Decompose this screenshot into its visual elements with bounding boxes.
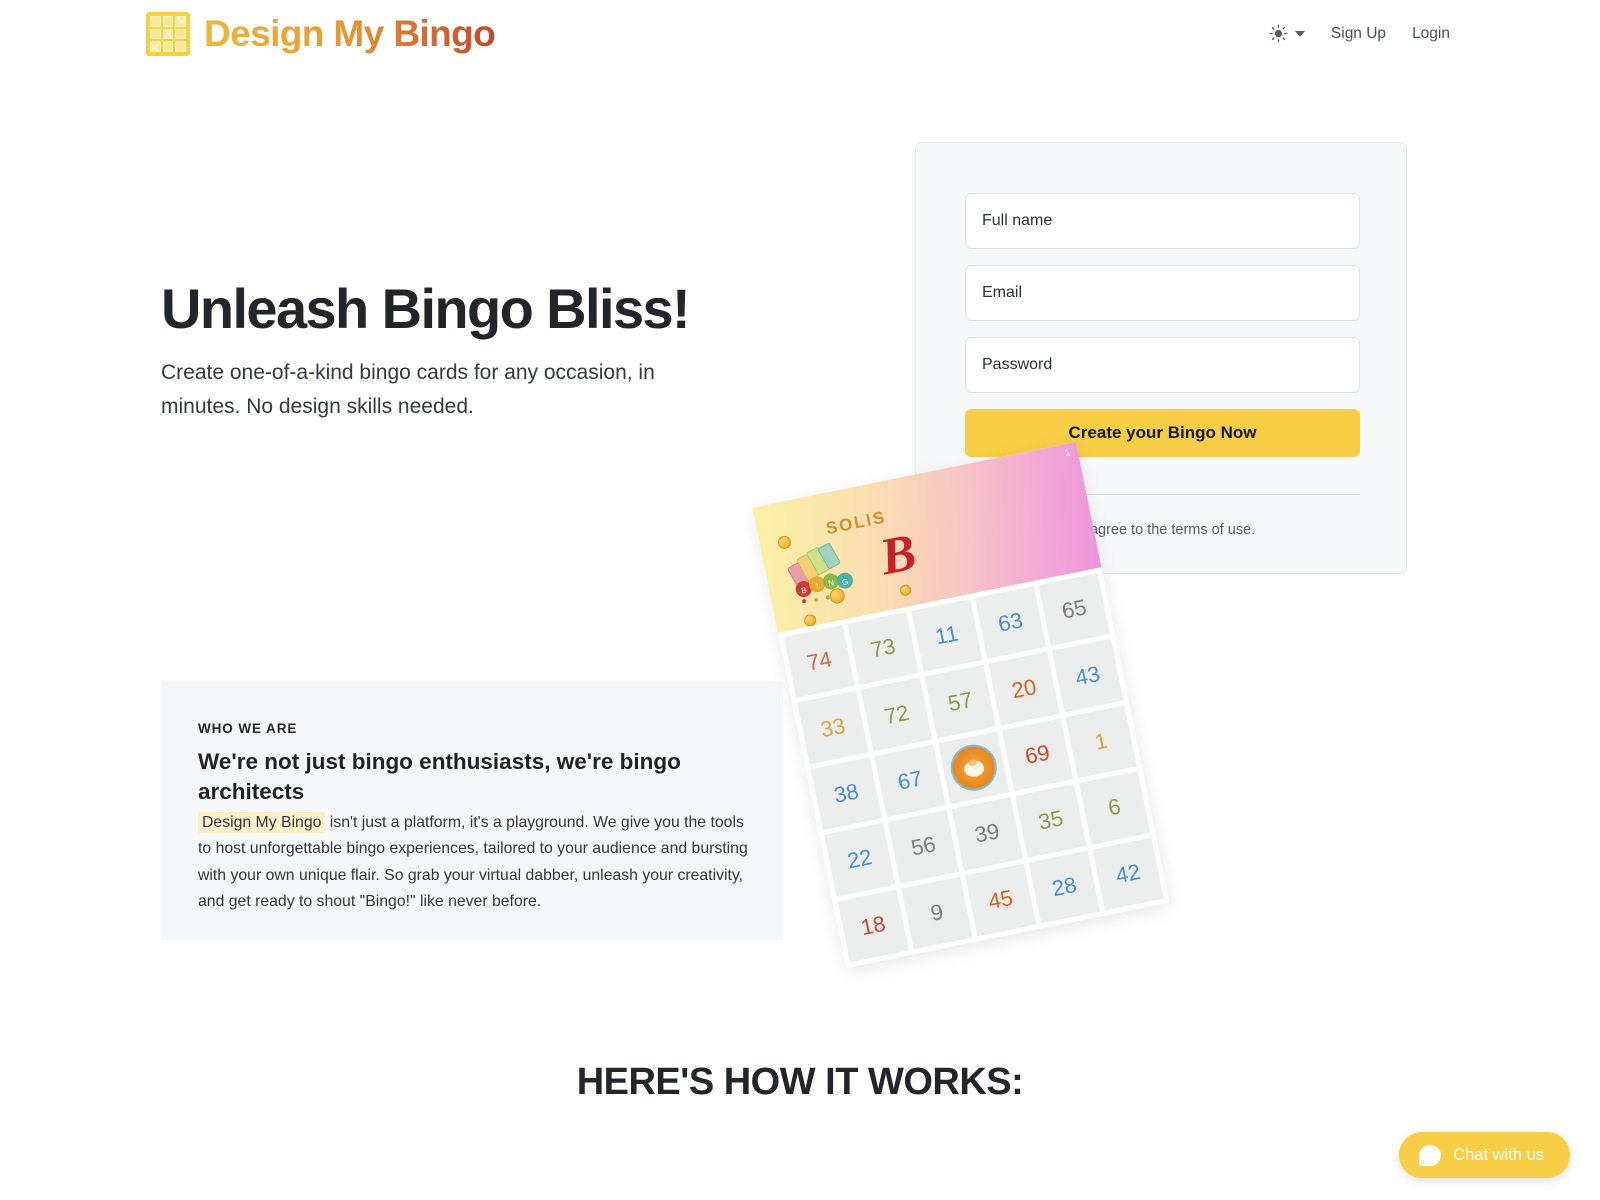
bingo-cell: 42 <box>1092 837 1164 911</box>
bingo-cell: 74 <box>783 624 856 699</box>
create-bingo-button[interactable]: Create your Bingo Now <box>965 409 1360 457</box>
login-link[interactable]: Login <box>1412 25 1450 43</box>
brand-logo[interactable]: Design My Bingo <box>146 12 496 56</box>
bingo-cell: 67 <box>874 744 946 818</box>
chat-widget-label: Chat with us <box>1453 1145 1544 1164</box>
bingo-grid-icon <box>146 12 190 56</box>
bingo-cell: 45 <box>965 863 1037 937</box>
bingo-cell: 18 <box>837 889 909 963</box>
theme-toggle[interactable] <box>1269 24 1305 43</box>
chat-widget[interactable]: Chat with us <box>1399 1132 1570 1178</box>
bingo-cell: 56 <box>887 810 960 884</box>
bingo-balls-icon: B I N G <box>787 542 853 604</box>
bingo-cell: 20 <box>988 652 1060 726</box>
bingo-cell: 65 <box>1038 573 1110 647</box>
who-we-are-panel: WHO WE ARE We're not just bingo enthusia… <box>161 681 783 940</box>
header-nav: Sign Up Login <box>1269 24 1450 43</box>
bingo-cell: 69 <box>1001 718 1074 792</box>
chat-bubble-icon <box>1419 1144 1442 1166</box>
bingo-cell: 73 <box>847 612 919 686</box>
fullname-field[interactable] <box>965 193 1360 249</box>
password-field[interactable] <box>965 337 1360 393</box>
highlighted-brand-name: Design My Bingo <box>198 812 326 833</box>
bingo-cell: 43 <box>1052 639 1124 713</box>
how-it-works-title: HERE'S HOW IT WORKS: <box>576 1061 1024 1103</box>
who-we-are-eyebrow: WHO WE ARE <box>198 721 298 736</box>
bingo-cell: 6 <box>1078 771 1151 845</box>
who-we-are-heading: We're not just bingo enthusiasts, we're … <box>198 749 681 804</box>
bingo-cell: 9 <box>901 876 973 950</box>
bingo-cell: 11 <box>911 599 983 673</box>
bingo-cell: 1 <box>1065 705 1137 779</box>
site-header: Design My Bingo Sign Up Login <box>0 0 1600 76</box>
hero-subtitle: Create one-of-a-kind bingo cards for any… <box>161 361 655 419</box>
page-title: Unleash Bingo Bliss! <box>161 277 691 340</box>
bingo-number-grid: 74 73 11 63 65 33 72 57 20 43 38 67 69 1… <box>777 567 1170 969</box>
bingo-cell: 57 <box>924 665 996 739</box>
bingo-free-space <box>938 731 1010 805</box>
bingo-card-badge: 1 <box>1063 447 1071 459</box>
who-we-are-body: Design My Bingo isn't just a platform, i… <box>198 810 750 916</box>
bingo-cell: 22 <box>824 823 896 897</box>
bingo-cell: 33 <box>797 691 869 765</box>
bingo-cell: 38 <box>810 757 882 831</box>
lion-head-icon <box>946 740 1001 795</box>
sun-icon <box>1269 24 1288 43</box>
sign-up-link[interactable]: Sign Up <box>1331 25 1386 43</box>
chevron-down-icon <box>1294 30 1305 37</box>
bingo-cell: 39 <box>951 797 1023 871</box>
bingo-cell: 63 <box>974 586 1047 660</box>
brand-name: Design My Bingo <box>204 13 496 54</box>
bingo-cell: 72 <box>861 678 933 752</box>
email-field[interactable] <box>965 265 1360 321</box>
bingo-cell: 28 <box>1028 850 1100 924</box>
bingo-card-script: B <box>875 523 920 587</box>
bingo-cell: 35 <box>1015 784 1087 858</box>
